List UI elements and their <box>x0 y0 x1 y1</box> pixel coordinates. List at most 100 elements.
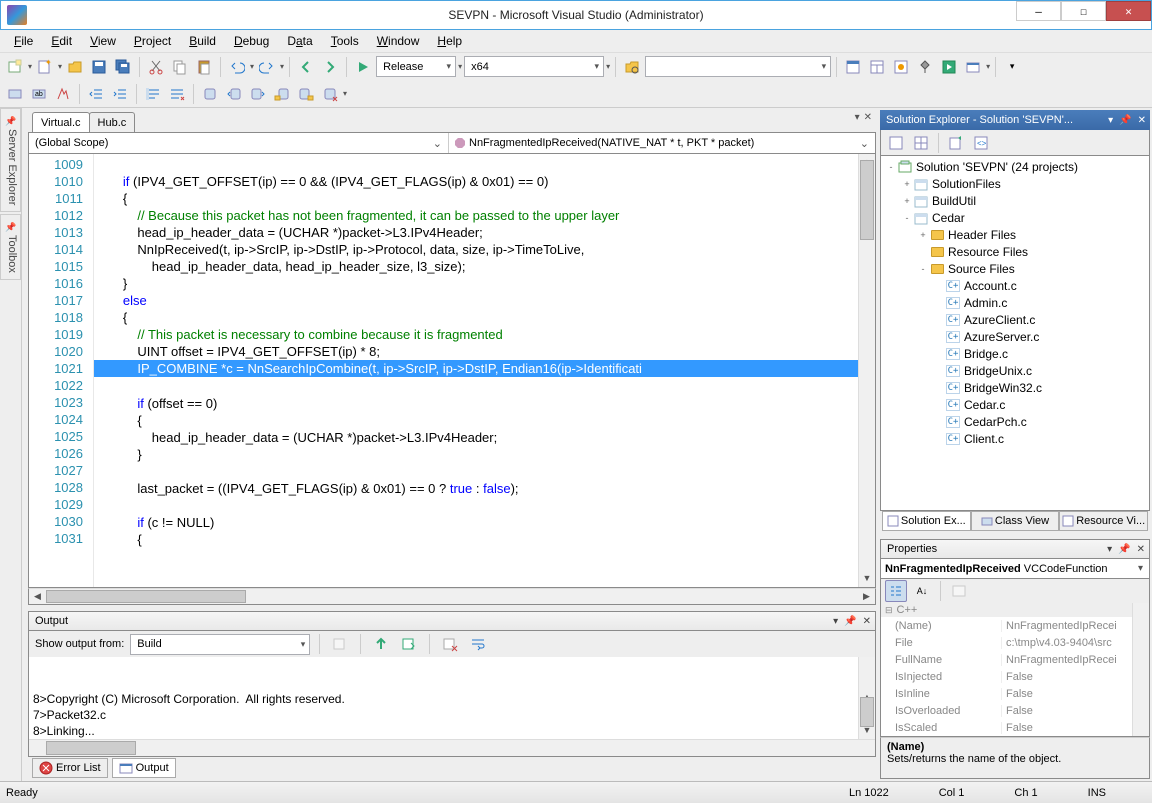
hscroll-thumb[interactable] <box>46 590 246 603</box>
editor-vscrollbar[interactable]: ▲ ▼ <box>858 154 875 587</box>
increase-indent-icon[interactable] <box>109 83 131 105</box>
property-pages-icon[interactable] <box>948 580 970 602</box>
scroll-down-arrow-icon[interactable]: ▼ <box>859 570 875 587</box>
output-source-combo[interactable]: Build <box>130 634 310 655</box>
start-page-icon[interactable] <box>938 56 960 78</box>
active-files-dropdown-icon[interactable]: ▾ <box>855 112 860 123</box>
other-windows-icon[interactable] <box>962 56 984 78</box>
sln-explorer-tab[interactable]: Solution Ex... <box>882 511 971 531</box>
property-row[interactable]: IsInlineFalse <box>881 685 1149 702</box>
tree-row[interactable]: C+AzureServer.c <box>881 328 1149 345</box>
output-hscrollbar[interactable]: ◀ ▶ <box>29 739 875 756</box>
tree-row[interactable]: C+Bridge.c <box>881 345 1149 362</box>
error-list-tab[interactable]: Error List <box>32 758 108 778</box>
close-button[interactable]: ✕ <box>1106 1 1151 21</box>
menu-help[interactable]: Help <box>429 32 470 50</box>
find-combo[interactable] <box>645 56 831 77</box>
display-object-icon[interactable] <box>52 83 74 105</box>
props-dropdown-icon[interactable]: ▾ <box>1107 544 1112 555</box>
minimize-button[interactable]: — <box>1016 1 1061 21</box>
new-project-icon[interactable] <box>4 56 26 78</box>
nav-fwd-icon[interactable] <box>319 56 341 78</box>
vscroll-thumb[interactable] <box>860 160 874 240</box>
server-explorer-tab[interactable]: 📌Server Explorer <box>0 108 21 212</box>
find-in-files-icon[interactable] <box>621 56 643 78</box>
toggle-wrap-icon[interactable] <box>467 633 489 655</box>
tree-row[interactable]: C+AzureClient.c <box>881 311 1149 328</box>
output-vscrollbar[interactable]: ▲ ▼ <box>858 657 875 739</box>
scope-dropdown[interactable]: (Global Scope) <box>29 133 449 153</box>
output-text[interactable]: 8>Copyright (C) Microsoft Corporation. A… <box>28 657 876 757</box>
output-dropdown-icon[interactable]: ▾ <box>833 616 838 627</box>
save-all-icon[interactable] <box>112 56 134 78</box>
bookmark-clear-icon[interactable] <box>319 83 341 105</box>
property-row[interactable]: IsScaledFalse <box>881 719 1149 736</box>
tree-row[interactable]: +BuildUtil <box>881 192 1149 209</box>
goto-next-icon[interactable] <box>398 633 420 655</box>
solution-tree[interactable]: -Solution 'SEVPN' (24 projects)+Solution… <box>880 156 1150 511</box>
property-row[interactable]: FullNameNnFragmentedIpRecei <box>881 651 1149 668</box>
property-row[interactable]: IsOverloadedFalse <box>881 702 1149 719</box>
copy-icon[interactable] <box>169 56 191 78</box>
decrease-indent-icon[interactable] <box>85 83 107 105</box>
close-document-icon[interactable]: ✕ <box>864 112 872 123</box>
undo-icon[interactable] <box>226 56 248 78</box>
menu-file[interactable]: File <box>6 32 41 50</box>
platform-combo[interactable]: x64 <box>464 56 604 77</box>
tree-row[interactable]: +SolutionFiles <box>881 175 1149 192</box>
tree-row[interactable]: -Source Files <box>881 260 1149 277</box>
paste-icon[interactable] <box>193 56 215 78</box>
tree-row[interactable]: C+Client.c <box>881 430 1149 447</box>
toolbar-options-icon[interactable]: ▾ <box>1001 56 1023 78</box>
props-pin-icon[interactable]: 📌 <box>1118 544 1130 555</box>
property-row[interactable]: IsInjectedFalse <box>881 668 1149 685</box>
tree-row[interactable]: C+BridgeWin32.c <box>881 379 1149 396</box>
tab-virtual-c[interactable]: Virtual.c <box>32 112 90 132</box>
menu-view[interactable]: View <box>82 32 124 50</box>
tree-row[interactable]: C+Admin.c <box>881 294 1149 311</box>
sln-properties-icon[interactable] <box>885 132 907 154</box>
solution-explorer-header[interactable]: Solution Explorer - Solution 'SEVPN'... … <box>880 110 1150 130</box>
props-vscrollbar[interactable] <box>1132 603 1149 736</box>
menu-edit[interactable]: Edit <box>43 32 80 50</box>
properties-object-combo[interactable]: NnFragmentedIpReceived VCCodeFunction <box>880 559 1150 579</box>
maximize-button[interactable]: ☐ <box>1061 1 1106 21</box>
nav-back-icon[interactable] <box>295 56 317 78</box>
property-row[interactable]: Filec:\tmp\v4.03-9404\src <box>881 634 1149 651</box>
menu-tools[interactable]: Tools <box>323 32 367 50</box>
output-close-icon[interactable]: ✕ <box>863 616 871 627</box>
property-row[interactable]: (Name)NnFragmentedIpRecei <box>881 617 1149 634</box>
tree-row[interactable]: C+BridgeUnix.c <box>881 362 1149 379</box>
menu-build[interactable]: Build <box>181 32 224 50</box>
sln-pin-icon[interactable]: 📌 <box>1119 115 1131 126</box>
tree-row[interactable]: C+CedarPch.c <box>881 413 1149 430</box>
properties-grid[interactable]: ⊟ C++ (Name)NnFragmentedIpReceiFilec:\tm… <box>880 603 1150 737</box>
tree-row[interactable]: Resource Files <box>881 243 1149 260</box>
bookmark-next-icon[interactable] <box>247 83 269 105</box>
menu-data[interactable]: Data <box>279 32 320 50</box>
output-pin-icon[interactable]: 📌 <box>844 616 856 627</box>
bookmark-prev-icon[interactable] <box>223 83 245 105</box>
tree-row[interactable]: +Header Files <box>881 226 1149 243</box>
resource-view-tab[interactable]: Resource Vi... <box>1059 511 1148 531</box>
bookmark-prev-folder-icon[interactable] <box>271 83 293 105</box>
config-combo[interactable]: Release <box>376 56 456 77</box>
start-debug-icon[interactable] <box>352 56 374 78</box>
props-close-icon[interactable]: ✕ <box>1137 544 1145 555</box>
menu-window[interactable]: Window <box>369 32 428 50</box>
code-editor[interactable]: if (IPV4_GET_OFFSET(ip) == 0 && (IPV4_GE… <box>94 154 858 587</box>
sln-code-icon[interactable]: <> <box>970 132 992 154</box>
comment-icon[interactable] <box>142 83 164 105</box>
find-message-icon[interactable] <box>329 633 351 655</box>
cut-icon[interactable] <box>145 56 167 78</box>
output-panel-header[interactable]: Output ▾ 📌 ✕ <box>28 611 876 631</box>
menu-debug[interactable]: Debug <box>226 32 277 50</box>
toolbox-icon[interactable] <box>914 56 936 78</box>
bookmark-toggle-icon[interactable] <box>199 83 221 105</box>
sln-close-icon[interactable]: ✕ <box>1138 115 1146 126</box>
bookmark-next-folder-icon[interactable] <box>295 83 317 105</box>
sln-dropdown-icon[interactable]: ▾ <box>1108 115 1113 126</box>
tree-row[interactable]: C+Account.c <box>881 277 1149 294</box>
tree-row[interactable]: C+Cedar.c <box>881 396 1149 413</box>
toolbox-tab[interactable]: 📌Toolbox <box>0 214 21 280</box>
